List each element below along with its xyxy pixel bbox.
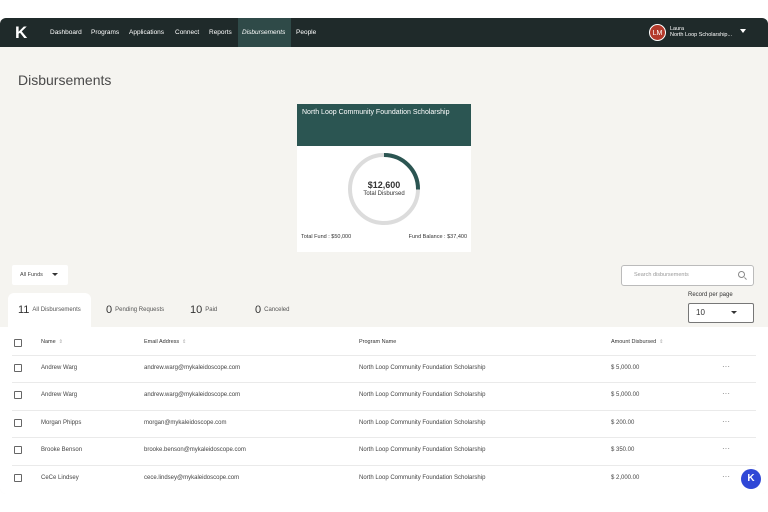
user-avatar[interactable]: LM — [649, 24, 666, 41]
nav-dashboard[interactable]: Dashboard — [46, 18, 86, 47]
tab-label: Canceled — [264, 307, 290, 313]
row-divider — [12, 382, 756, 383]
records-per-page-value: 10 — [696, 308, 705, 317]
column-header-label: Program Name — [359, 339, 397, 345]
cell-name: Brooke Benson — [41, 447, 83, 453]
sort-icon[interactable]: ⇕ — [659, 339, 663, 345]
sort-icon[interactable]: ⇕ — [59, 339, 63, 345]
row-divider — [12, 465, 756, 466]
total-disbursed-amount: $12,600 — [367, 180, 401, 190]
table-row[interactable]: Andrew Warg andrew.warg@mykaleidoscope.c… — [0, 382, 768, 409]
sort-icon[interactable]: ⇕ — [182, 339, 186, 345]
tab-label: Paid — [205, 307, 218, 313]
column-header-label: Email Address — [144, 339, 180, 345]
cell-email: cece.lindsey@mykaleidoscope.com — [144, 475, 240, 481]
table-row[interactable]: CeCe Lindsey cece.lindsey@mykaleidoscope… — [0, 465, 768, 492]
column-header-label: Name — [41, 339, 56, 345]
cell-name: Morgan Phipps — [41, 420, 82, 426]
table-row[interactable]: Brooke Benson brooke.benson@mykaleidosco… — [0, 437, 768, 464]
column-header-amount[interactable]: Amount Disbursed ⇕ — [611, 339, 663, 345]
user-organization[interactable]: North Loop Scholarship... — [670, 32, 732, 38]
cell-amount: $ 350.00 — [611, 447, 635, 453]
cell-name: Andrew Warg — [41, 365, 78, 371]
total-disbursed-label: Total Disbursed — [363, 191, 405, 197]
cell-name: Andrew Warg — [41, 392, 78, 398]
nav-programs[interactable]: Programs — [87, 18, 123, 47]
tab-count: 10 — [190, 304, 203, 316]
funds-filter-dropdown[interactable]: All Funds — [12, 265, 68, 285]
top-navigation: K Dashboard Programs Applications Connec… — [0, 18, 768, 47]
row-divider — [12, 355, 756, 356]
more-options-icon[interactable]: ··· — [722, 362, 730, 371]
cell-program: North Loop Community Foundation Scholars… — [359, 365, 486, 371]
cell-email: andrew.warg@mykaleidoscope.com — [144, 392, 241, 398]
caret-down-icon — [731, 311, 737, 314]
tab-label: Pending Requests — [115, 307, 165, 313]
more-options-icon[interactable]: ··· — [722, 389, 730, 398]
more-options-icon[interactable]: ··· — [722, 417, 730, 426]
cell-amount: $ 2,000.00 — [611, 475, 640, 481]
disbursements-table: Name ⇕ Email Address ⇕ Program Name Amount… — [0, 327, 768, 494]
nav-disbursements[interactable]: Disbursements — [238, 18, 291, 47]
tab-count: 0 — [106, 304, 113, 316]
column-header-label: Amount Disbursed — [611, 339, 657, 345]
tab-count: 11 — [18, 304, 30, 316]
cell-email: andrew.warg@mykaleidoscope.com — [144, 365, 241, 371]
kaleidoscope-logo[interactable]: K — [15, 24, 29, 41]
cell-amount: $ 5,000.00 — [611, 365, 640, 371]
records-per-page-label: Record per page — [688, 292, 733, 298]
fund-card: North Loop Community Foundation Scholars… — [297, 104, 471, 252]
fund-balance: Fund Balance : $37,400 — [408, 234, 467, 240]
nav-applications[interactable]: Applications — [125, 18, 168, 47]
nav-people[interactable]: People — [292, 18, 320, 47]
funds-filter-label: All Funds — [20, 272, 43, 278]
row-divider — [12, 437, 756, 438]
row-checkbox[interactable] — [14, 364, 22, 372]
tab-count: 0 — [255, 304, 262, 316]
select-all-checkbox[interactable] — [14, 339, 22, 347]
cell-program: North Loop Community Foundation Scholars… — [359, 420, 486, 426]
cell-program: North Loop Community Foundation Scholars… — [359, 475, 486, 481]
row-checkbox[interactable] — [14, 391, 22, 399]
cell-email: morgan@mykaleidoscope.com — [144, 420, 227, 426]
search-icon[interactable] — [738, 271, 745, 278]
table-row[interactable]: Morgan Phipps morgan@mykaleidoscope.com … — [0, 410, 768, 437]
total-fund: Total Fund : $50,000 — [301, 234, 352, 240]
help-chat-button[interactable]: K — [741, 469, 761, 489]
more-options-icon[interactable]: ··· — [722, 472, 730, 481]
search-placeholder: Search disbursements — [634, 272, 689, 278]
cell-email: brooke.benson@mykaleidoscope.com — [144, 447, 246, 453]
row-checkbox[interactable] — [14, 419, 22, 427]
chevron-down-icon[interactable] — [740, 29, 746, 33]
tab-paid[interactable]: 10 Paid — [190, 293, 217, 327]
column-header-program: Program Name — [359, 339, 396, 345]
cell-program: North Loop Community Foundation Scholars… — [359, 447, 486, 453]
more-options-icon[interactable]: ··· — [722, 444, 730, 453]
search-input[interactable]: Search disbursements — [621, 265, 754, 286]
cell-amount: $ 5,000.00 — [611, 392, 640, 398]
column-header-name[interactable]: Name ⇕ — [41, 339, 63, 345]
page-title: Disbursements — [18, 72, 112, 88]
tab-canceled[interactable]: 0 Canceled — [255, 293, 289, 327]
cell-program: North Loop Community Foundation Scholars… — [359, 392, 486, 398]
row-divider — [12, 410, 756, 411]
row-checkbox[interactable] — [14, 474, 22, 482]
nav-reports[interactable]: Reports — [205, 18, 236, 47]
row-checkbox[interactable] — [14, 446, 22, 454]
tab-pending-requests[interactable]: 0 Pending Requests — [106, 293, 164, 327]
fund-name: North Loop Community Foundation Scholars… — [297, 104, 471, 146]
table-row[interactable]: Andrew Warg andrew.warg@mykaleidoscope.c… — [0, 355, 768, 382]
caret-down-icon — [52, 273, 58, 276]
cell-name: CeCe Lindsey — [41, 475, 79, 481]
records-per-page-select[interactable]: 10 — [688, 303, 754, 323]
tab-all-disbursements[interactable]: 11 All Disbursements — [8, 293, 91, 327]
app-window: K Dashboard Programs Applications Connec… — [0, 18, 768, 494]
cell-amount: $ 200.00 — [611, 420, 635, 426]
nav-connect[interactable]: Connect — [171, 18, 203, 47]
tab-label: All Disbursements — [32, 307, 81, 313]
column-header-email[interactable]: Email Address ⇕ — [144, 339, 186, 345]
